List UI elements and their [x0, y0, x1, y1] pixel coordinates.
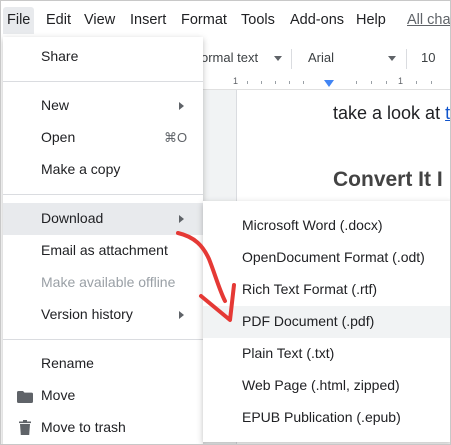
submenu-item-label: EPUB Publication (.epub): [242, 409, 401, 425]
ruler-tick: [275, 81, 276, 84]
ruler-number: 1: [398, 76, 404, 86]
menu-help[interactable]: Help: [356, 12, 386, 28]
menu-item-make-copy[interactable]: Make a copy: [3, 154, 203, 186]
paragraph-style-select[interactable]: ormal text: [201, 50, 258, 65]
menu-item-label: New: [41, 97, 70, 113]
menu-edit[interactable]: Edit: [46, 12, 71, 28]
ruler-tick: [416, 81, 417, 84]
font-size-input[interactable]: 10: [421, 50, 435, 65]
ruler-tick: [303, 81, 304, 84]
submenu-item-label: PDF Document (.pdf): [242, 313, 375, 329]
menu-item-make-offline: Make available offline: [3, 267, 203, 299]
menu-item-label: Open: [41, 129, 76, 145]
folder-icon: [17, 390, 33, 408]
indent-marker[interactable]: [324, 80, 334, 87]
download-txt[interactable]: Plain Text (.txt): [203, 338, 450, 370]
toolbar-divider: [406, 49, 407, 69]
download-odt[interactable]: OpenDocument Format (.odt): [203, 242, 450, 274]
ruler-tick: [431, 81, 432, 84]
menu-addons[interactable]: Add-ons: [290, 12, 344, 28]
menu-separator: [3, 194, 203, 195]
ruler-tick: [371, 81, 372, 84]
document-text-run: take a look at: [333, 103, 446, 123]
ruler-tick: [261, 81, 262, 84]
ruler-tick: [386, 81, 387, 84]
chevron-down-icon: [388, 56, 396, 61]
submenu-item-label: Web Page (.html, zipped): [242, 377, 400, 393]
file-menu: Share New Open ⌘O Make a copy Download E…: [3, 37, 203, 444]
ruler-number: 1: [233, 76, 239, 86]
keyboard-shortcut: ⌘O: [164, 130, 188, 145]
chevron-down-icon: [274, 56, 282, 61]
menu-bar: File Edit View Insert Format Tools Add-o…: [1, 1, 450, 37]
download-docx[interactable]: Microsoft Word (.docx): [203, 210, 450, 242]
submenu-arrow-icon: [179, 215, 184, 223]
menu-view[interactable]: View: [84, 12, 115, 28]
ruler-tick: [247, 81, 248, 84]
document-text: take a look at t: [333, 103, 450, 124]
menu-item-label: Version history: [41, 306, 133, 322]
document-heading: Convert It I: [333, 168, 443, 191]
ruler-tick: [289, 81, 290, 84]
submenu-item-label: Rich Text Format (.rtf): [242, 281, 378, 297]
menu-item-version-history[interactable]: Version history: [3, 299, 203, 331]
menu-separator: [3, 81, 203, 82]
menu-item-new[interactable]: New: [3, 90, 203, 122]
download-html[interactable]: Web Page (.html, zipped): [203, 370, 450, 402]
download-submenu: Microsoft Word (.docx) OpenDocument Form…: [203, 201, 450, 442]
menu-item-label: Make a copy: [41, 161, 121, 177]
menu-item-rename[interactable]: Rename: [3, 348, 203, 380]
menu-item-label: Rename: [41, 355, 94, 371]
download-epub[interactable]: EPUB Publication (.epub): [203, 402, 450, 434]
menu-tools[interactable]: Tools: [241, 12, 275, 28]
menu-item-label: Move to trash: [41, 419, 126, 435]
menu-format[interactable]: Format: [181, 12, 227, 28]
document-link[interactable]: t: [445, 103, 450, 123]
menu-item-download[interactable]: Download: [3, 203, 203, 235]
submenu-item-label: OpenDocument Format (.odt): [242, 249, 425, 265]
download-pdf[interactable]: PDF Document (.pdf): [203, 306, 450, 338]
menu-item-label: Email as attachment: [41, 242, 168, 258]
menu-file[interactable]: File: [3, 7, 35, 34]
toolbar-divider: [291, 49, 292, 69]
font-family-select[interactable]: Arial: [308, 50, 334, 65]
download-rtf[interactable]: Rich Text Format (.rtf): [203, 274, 450, 306]
menu-item-move[interactable]: Move: [3, 380, 203, 412]
menu-item-email-attachment[interactable]: Email as attachment: [3, 235, 203, 267]
trash-icon: [19, 420, 31, 440]
menu-item-label: Download: [41, 210, 104, 226]
menu-item-label: Share: [41, 48, 79, 64]
menu-separator: [3, 339, 203, 340]
submenu-item-label: Plain Text (.txt): [242, 345, 335, 361]
submenu-arrow-icon: [179, 102, 184, 110]
all-changes-link[interactable]: All cha: [407, 12, 450, 28]
menu-item-label: Move: [41, 387, 76, 403]
menu-item-open[interactable]: Open ⌘O: [3, 122, 203, 154]
app-window: File Edit View Insert Format Tools Add-o…: [0, 0, 451, 445]
menu-item-share[interactable]: Share: [3, 41, 203, 73]
menu-item-move-to-trash[interactable]: Move to trash: [3, 412, 203, 444]
ruler-tick: [356, 81, 357, 84]
toolbar: ormal text Arial 10: [191, 41, 450, 75]
menu-insert[interactable]: Insert: [130, 12, 166, 28]
ruler: 1 1: [191, 76, 450, 90]
submenu-arrow-icon: [179, 311, 184, 319]
menu-item-label: Make available offline: [41, 274, 176, 290]
submenu-item-label: Microsoft Word (.docx): [242, 217, 383, 233]
